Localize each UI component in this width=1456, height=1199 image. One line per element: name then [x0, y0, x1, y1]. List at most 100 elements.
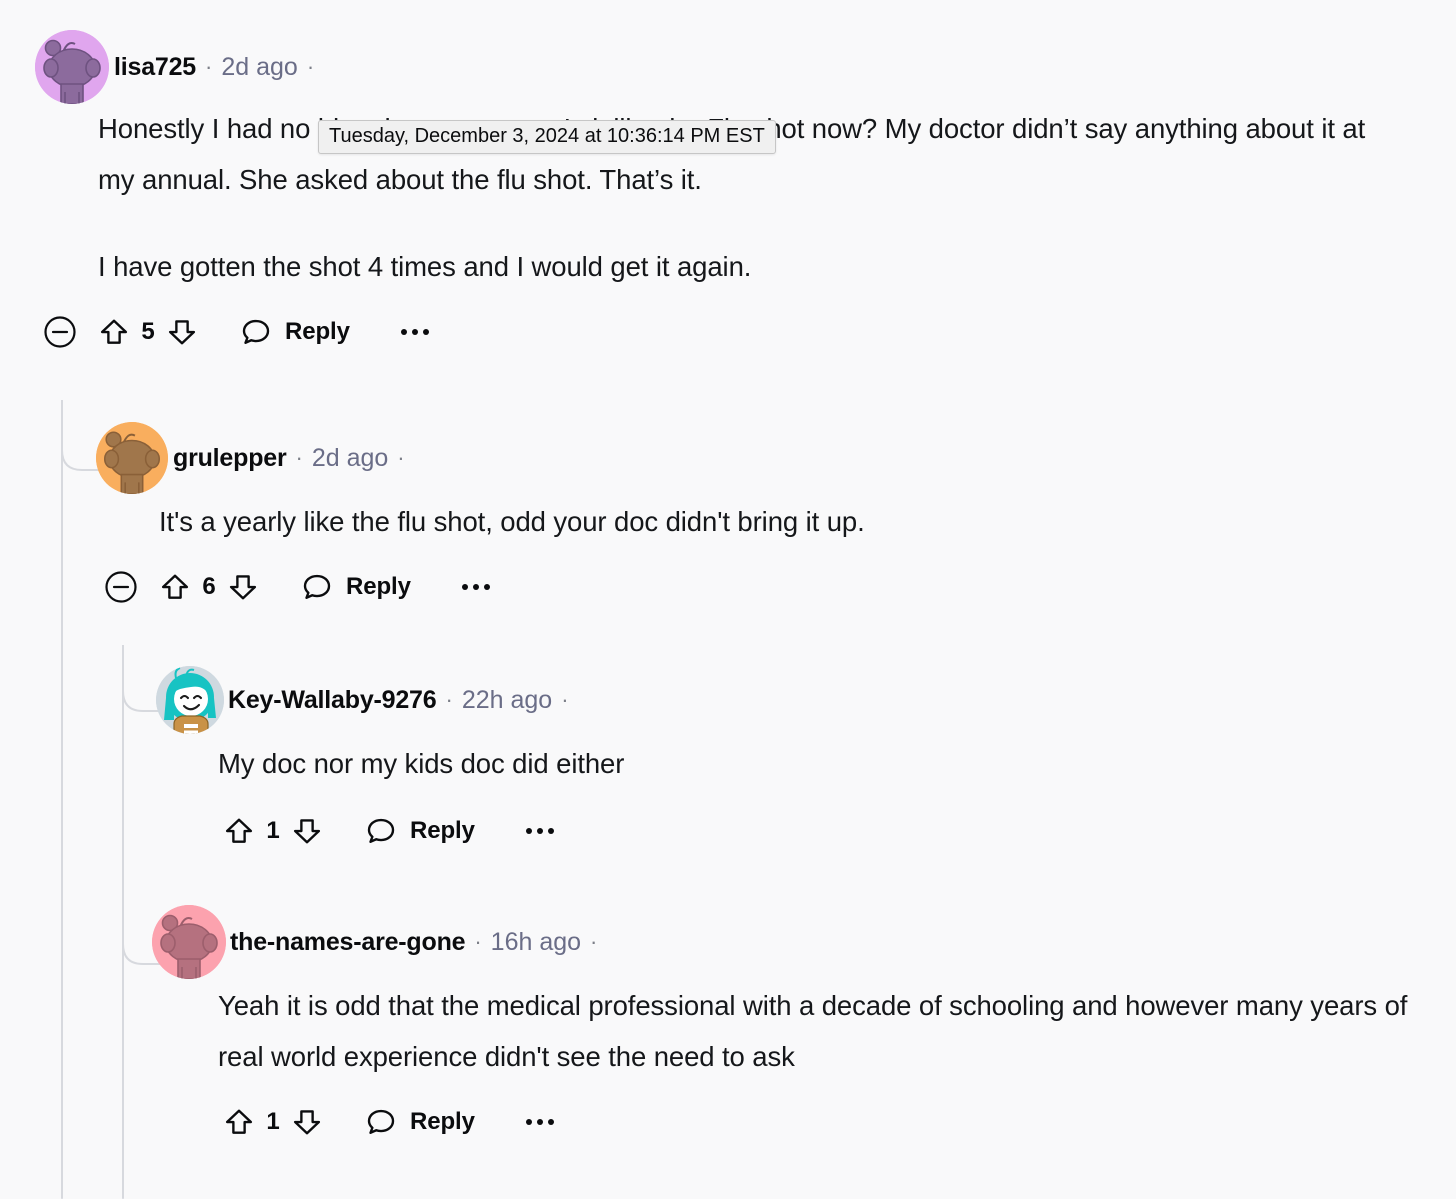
custom-user-avatar-icon [156, 666, 224, 734]
vote-group: 5 [97, 315, 199, 349]
comment-timestamp[interactable]: 2d ago [312, 444, 388, 473]
thread-line-depth-1[interactable] [61, 400, 63, 1199]
comment-actions: 6 Reply [104, 565, 1436, 609]
collapse-thread-button[interactable] [104, 570, 138, 604]
downvote-arrow-icon [229, 575, 257, 600]
vote-count: 6 [202, 573, 216, 600]
upvote-arrow-icon [161, 574, 189, 599]
downvote-arrow-icon [168, 320, 196, 345]
meta-separator-trailing: · [397, 445, 405, 470]
reply-button[interactable]: Reply [366, 816, 475, 846]
meta-separator-trailing: · [306, 54, 315, 79]
comment-author[interactable]: lisa725 [114, 53, 196, 82]
avatar[interactable] [96, 422, 168, 494]
comment-bubble-icon [242, 319, 270, 344]
comment-header: lisa725 · 2d ago · [35, 30, 1435, 104]
more-options-button[interactable] [523, 820, 557, 842]
comment-actions: 5 Reply [43, 310, 1435, 354]
more-dot [472, 584, 479, 590]
comment-header: the-names-are-gone · 16h ago · [152, 905, 1442, 979]
comment-author[interactable]: grulepper [173, 444, 287, 473]
more-dot [525, 1119, 532, 1125]
more-dot [461, 584, 468, 590]
more-dot [411, 329, 418, 335]
comment-bubble-icon [367, 1109, 395, 1134]
comment-paragraph: Honestly I had no idea there was one. Is… [98, 113, 1366, 195]
more-dot [547, 828, 554, 834]
comment-the-names-are-gone: the-names-are-gone · 16h ago · Yeah it i… [152, 905, 1442, 1144]
comment-paragraph: My doc nor my kids doc did either [218, 748, 625, 779]
comment-paragraph: Yeah it is odd that the medical professi… [218, 990, 1408, 1072]
thread-curve-to-grulepper [61, 400, 101, 471]
more-dot [536, 828, 543, 834]
more-dot [422, 329, 429, 335]
reply-label: Reply [285, 318, 350, 345]
reply-label: Reply [410, 817, 475, 844]
more-options-button[interactable] [459, 576, 493, 598]
snoo-avatar-icon [152, 905, 226, 979]
collapse-thread-button[interactable] [43, 315, 77, 349]
upvote-arrow-icon [100, 319, 128, 344]
reply-button[interactable]: Reply [241, 317, 350, 347]
comment-timestamp[interactable]: 2d ago [221, 53, 297, 82]
comment-body: Yeah it is odd that the medical professi… [218, 980, 1428, 1082]
comment-grulepper: grulepper · 2d ago · It's a yearly like … [96, 422, 1436, 609]
reply-label: Reply [410, 1108, 475, 1135]
downvote-button[interactable] [165, 315, 199, 349]
more-options-button[interactable] [523, 1111, 557, 1133]
upvote-button[interactable] [222, 814, 256, 848]
comment-author[interactable]: Key-Wallaby-9276 [228, 686, 437, 715]
comment-body: My doc nor my kids doc did either [218, 738, 1408, 789]
reply-button[interactable]: Reply [366, 1107, 475, 1137]
downvote-arrow-icon [293, 819, 321, 844]
more-options-button[interactable] [398, 321, 432, 343]
vote-count: 1 [266, 1108, 280, 1135]
upvote-button[interactable] [222, 1105, 256, 1139]
vote-count: 5 [141, 318, 155, 345]
avatar[interactable] [156, 666, 224, 734]
downvote-arrow-icon [293, 1110, 321, 1135]
upvote-button[interactable] [158, 570, 192, 604]
downvote-button[interactable] [290, 1105, 324, 1139]
avatar[interactable] [152, 905, 226, 979]
comment-header: Key-Wallaby-9276 · 22h ago · [156, 666, 1436, 734]
comment-bubble-icon [367, 818, 395, 843]
comment-paragraph: It's a yearly like the flu shot, odd you… [159, 506, 865, 537]
comment-key-wallaby-9276: Key-Wallaby-9276 · 22h ago · My doc nor … [156, 666, 1436, 853]
meta-separator-trailing: · [590, 929, 598, 954]
more-dot [547, 1119, 554, 1125]
comment-lisa725: lisa725 · 2d ago · Honestly I had no ide… [35, 30, 1435, 354]
vote-group: 6 [158, 570, 260, 604]
comment-body: It's a yearly like the flu shot, odd you… [159, 496, 1409, 547]
meta-separator: · [205, 54, 213, 79]
avatar[interactable] [35, 30, 109, 104]
meta-separator: · [295, 445, 303, 470]
comment-timestamp[interactable]: 22h ago [462, 686, 552, 715]
downvote-button[interactable] [290, 814, 324, 848]
comment-paragraph: I have gotten the shot 4 times and I wou… [98, 251, 752, 282]
vote-group: 1 [222, 814, 324, 848]
meta-separator: · [445, 687, 453, 712]
thread-line-depth-2[interactable] [122, 645, 124, 1199]
comment-header: grulepper · 2d ago · [96, 422, 1436, 494]
comment-timestamp[interactable]: 16h ago [491, 928, 581, 957]
reply-label: Reply [346, 573, 411, 600]
upvote-button[interactable] [97, 315, 131, 349]
more-dot [525, 828, 532, 834]
collapse-minus-circle-icon [105, 571, 137, 603]
comment-actions: 1 Reply [222, 809, 1436, 853]
more-dot [483, 584, 490, 590]
snoo-avatar-icon [96, 422, 168, 494]
more-dot [536, 1119, 543, 1125]
reply-button[interactable]: Reply [302, 572, 411, 602]
comment-actions: 1 Reply [222, 1100, 1442, 1144]
collapse-minus-circle-icon [44, 316, 76, 348]
snoo-avatar-icon [35, 30, 109, 104]
vote-count: 1 [266, 817, 280, 844]
vote-group: 1 [222, 1105, 324, 1139]
comment-author[interactable]: the-names-are-gone [230, 928, 466, 957]
downvote-button[interactable] [226, 570, 260, 604]
upvote-arrow-icon [225, 818, 253, 843]
upvote-arrow-icon [225, 1109, 253, 1134]
comment-thread: lisa725 · 2d ago · Honestly I had no ide… [0, 0, 1456, 1199]
